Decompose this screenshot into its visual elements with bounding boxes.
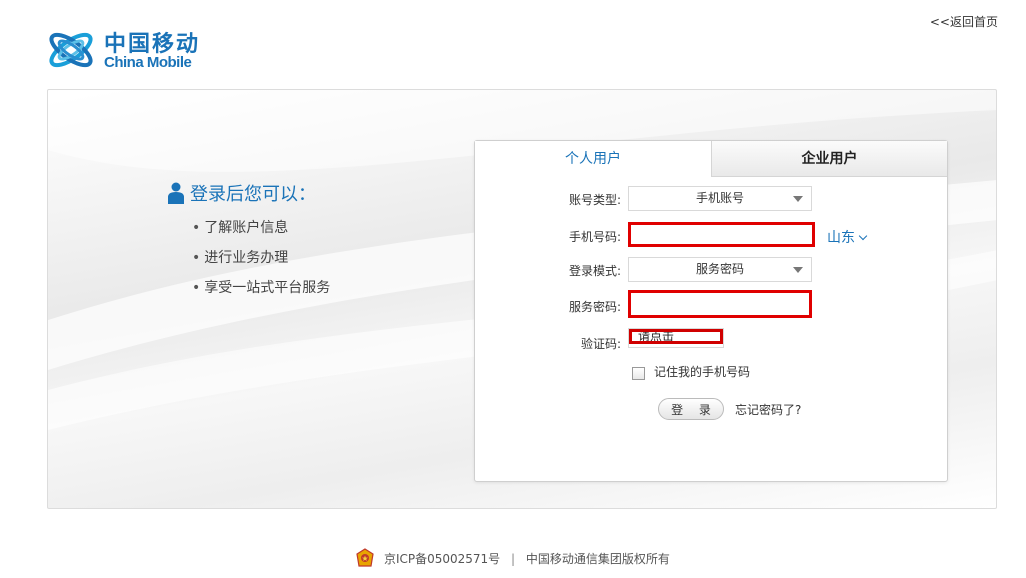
tab-personal-user[interactable]: 个人用户	[475, 141, 712, 177]
benefit-item: 了解账户信息	[192, 218, 330, 248]
user-type-tabs: 个人用户 企业用户	[475, 141, 947, 177]
service-password-row: 服务密码:	[475, 290, 947, 319]
dropdown-arrow-icon	[793, 267, 803, 273]
logo-english-text: China Mobile	[104, 54, 192, 71]
dropdown-arrow-icon	[793, 196, 803, 202]
tab-enterprise-user[interactable]: 企业用户	[712, 141, 947, 177]
footer: 京ICP备05002571号 | 中国移动通信集团版权所有	[0, 548, 1026, 568]
main-content-area: 登录后您可以： 了解账户信息 进行业务办理 享受一站式平台服务 个人用户 企业用…	[47, 89, 997, 509]
remember-phone-option[interactable]: 记住我的手机号码	[632, 363, 750, 380]
service-password-label: 服务密码:	[568, 300, 621, 314]
remember-row: 记住我的手机号码	[475, 363, 947, 389]
region-name: 山东	[827, 230, 855, 246]
login-button[interactable]: 登 录	[658, 398, 724, 420]
login-mode-label: 登录模式:	[568, 264, 621, 278]
region-selector[interactable]: 山东	[827, 227, 868, 247]
captcha-label: 验证码:	[580, 337, 621, 351]
service-password-input[interactable]	[628, 290, 812, 318]
china-mobile-logo-icon	[49, 32, 93, 68]
login-mode-select[interactable]: 服务密码	[628, 257, 812, 282]
captcha-image-box[interactable]: 请点击	[628, 328, 724, 348]
chevron-down-icon	[858, 231, 868, 241]
benefit-item: 享受一站式平台服务	[192, 278, 330, 308]
login-mode-row: 登录模式: 服务密码	[475, 257, 947, 283]
back-to-home-link[interactable]: <<返回首页	[930, 13, 998, 30]
china-mobile-logo[interactable]: 中国移动 China Mobile	[46, 24, 216, 76]
police-emblem-icon	[356, 548, 374, 567]
phone-number-input[interactable]	[628, 222, 815, 247]
phone-label: 手机号码:	[568, 230, 621, 244]
login-benefits-title: 登录后您可以：	[190, 184, 316, 205]
account-type-value: 手机账号	[695, 191, 744, 205]
login-benefits-heading: 登录后您可以：	[168, 180, 330, 206]
captcha-row: 验证码: 请点击	[475, 328, 947, 356]
submit-row: 登 录 忘记密码了?	[475, 398, 947, 424]
account-type-label: 账号类型:	[568, 193, 621, 207]
icp-license-text[interactable]: 京ICP备05002571号	[384, 552, 500, 566]
remember-phone-label: 记住我的手机号码	[654, 365, 751, 379]
account-type-select[interactable]: 手机账号	[628, 186, 812, 211]
login-panel: 个人用户 企业用户 账号类型: 手机账号 手机号码: 山东 登录模式: 服务密码…	[474, 140, 948, 482]
login-mode-value: 服务密码	[695, 262, 744, 276]
account-type-row: 账号类型: 手机账号	[475, 186, 947, 212]
copyright-text: 中国移动通信集团版权所有	[525, 552, 670, 566]
footer-separator: |	[511, 552, 516, 566]
login-benefits: 登录后您可以： 了解账户信息 进行业务办理 享受一站式平台服务	[168, 180, 330, 308]
user-icon	[168, 182, 184, 204]
benefit-item: 进行业务办理	[192, 248, 330, 278]
forgot-password-link[interactable]: 忘记密码了?	[735, 401, 801, 418]
benefits-list: 了解账户信息 进行业务办理 享受一站式平台服务	[192, 218, 330, 308]
captcha-image: 请点击	[629, 329, 723, 344]
phone-row: 手机号码: 山东	[475, 222, 947, 249]
remember-phone-checkbox[interactable]	[632, 367, 645, 380]
